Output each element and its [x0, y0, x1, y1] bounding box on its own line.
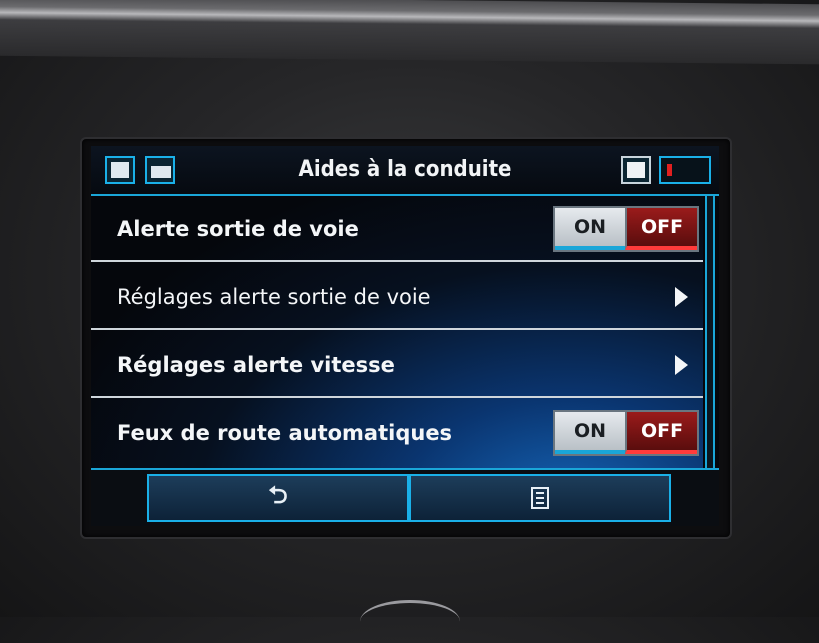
- infotainment-screen: Aides à la conduite Alerte sortie de voi…: [91, 146, 719, 526]
- back-button[interactable]: ⮌: [147, 474, 409, 522]
- setting-label: Feux de route automatiques: [117, 421, 453, 445]
- toggle-off-button[interactable]: OFF: [625, 412, 697, 454]
- return-arrow-icon: ⮌: [268, 480, 288, 509]
- menu-list-icon: [531, 487, 549, 509]
- setting-label: Réglages alerte sortie de voie: [117, 285, 431, 309]
- header-bar: Aides à la conduite: [91, 146, 719, 196]
- setting-row-auto-high-beam: Feux de route automatiques ON OFF: [91, 400, 703, 466]
- toggle-on-button[interactable]: ON: [555, 208, 625, 250]
- settings-list: Alerte sortie de voie ON OFF Réglages al…: [91, 196, 703, 468]
- dashboard-knob-edge: [360, 600, 460, 643]
- dashboard-bezel-top: [0, 0, 819, 65]
- setting-row-lane-departure-settings[interactable]: Réglages alerte sortie de voie: [91, 264, 703, 330]
- scrollbar[interactable]: [705, 196, 715, 468]
- footer-bar: ⮌: [91, 468, 719, 526]
- setting-row-speed-alert-settings[interactable]: Réglages alerte vitesse: [91, 332, 703, 398]
- auto-high-beam-toggle[interactable]: ON OFF: [553, 410, 699, 456]
- chevron-right-icon: [675, 287, 688, 307]
- battery-status-icon: [659, 156, 711, 184]
- toggle-off-button[interactable]: OFF: [625, 208, 697, 250]
- note-icon[interactable]: [621, 156, 651, 184]
- chevron-right-icon: [675, 355, 688, 375]
- setting-label: Alerte sortie de voie: [117, 217, 359, 241]
- lane-departure-alert-toggle[interactable]: ON OFF: [553, 206, 699, 252]
- toggle-on-button[interactable]: ON: [555, 412, 625, 454]
- setting-label: Réglages alerte vitesse: [117, 353, 395, 377]
- menu-button[interactable]: [409, 474, 671, 522]
- setting-row-lane-departure-alert: Alerte sortie de voie ON OFF: [91, 196, 703, 262]
